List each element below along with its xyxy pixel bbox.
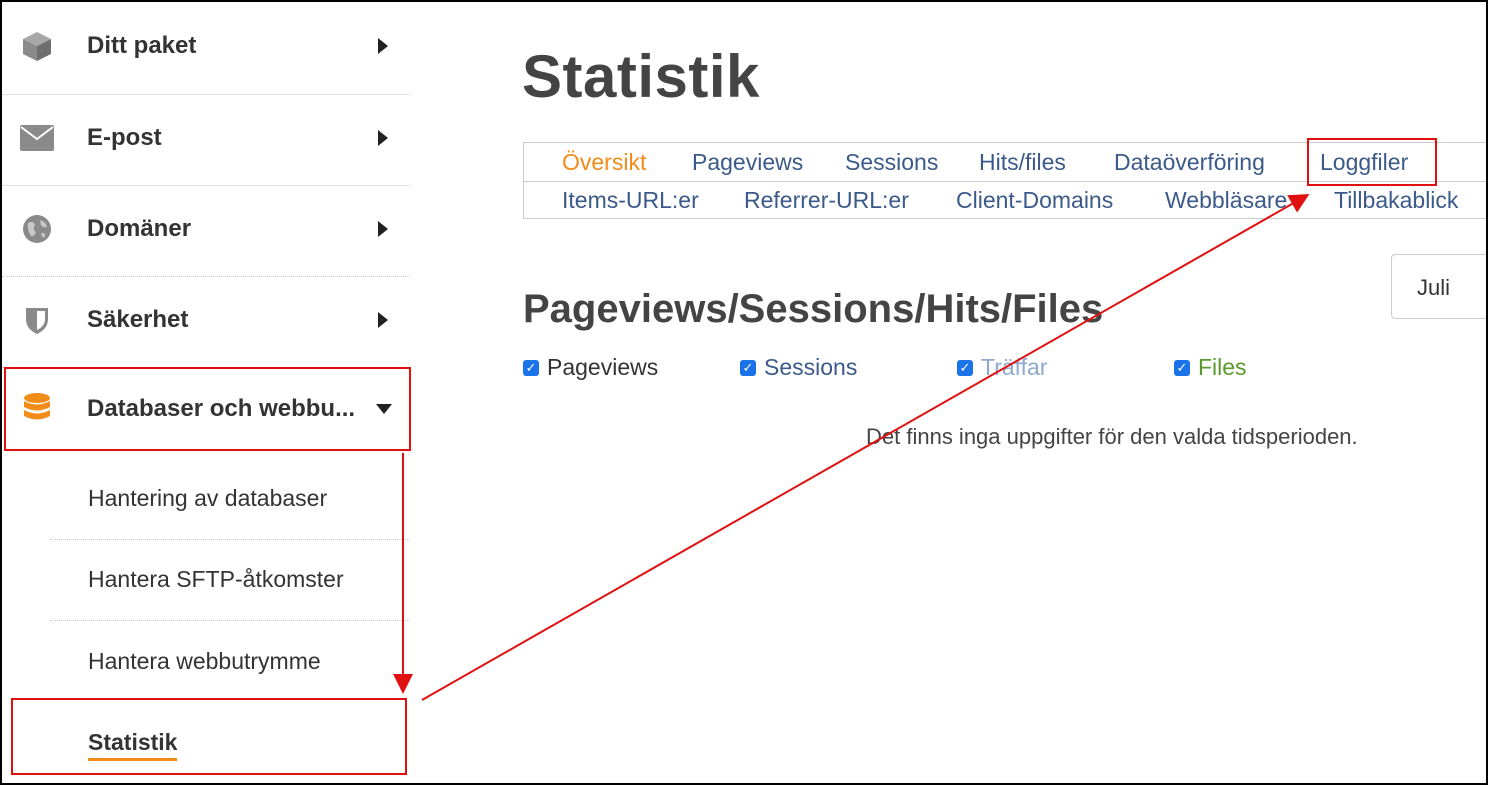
tab-browsers[interactable]: Webbläsare — [1165, 187, 1287, 214]
tab-overview[interactable]: Översikt — [562, 149, 646, 176]
tab-pageviews[interactable]: Pageviews — [692, 149, 803, 176]
tab-client-domains[interactable]: Client-Domains — [956, 187, 1113, 214]
checkbox-label: Sessions — [764, 354, 858, 380]
sidebar-subitem-statistics[interactable]: Statistik — [88, 729, 178, 761]
sidebar-item-package[interactable]: Ditt paket — [2, 2, 410, 90]
month-select[interactable]: Juli — [1391, 254, 1488, 319]
chevron-right-icon — [378, 221, 388, 237]
chevron-down-icon — [376, 404, 392, 414]
sidebar-item-label: Ditt paket — [87, 32, 197, 59]
divider — [50, 539, 410, 540]
empty-state-message: Det finns inga uppgifter för den valda t… — [866, 424, 1358, 449]
sidebar-item-security[interactable]: Säkerhet — [2, 276, 410, 364]
tab-logfiles[interactable]: Loggfiler — [1320, 149, 1408, 176]
tab-items-urls[interactable]: Items-URL:er — [562, 187, 699, 214]
sidebar-item-label: Domäner — [87, 215, 192, 242]
active-underline — [88, 758, 178, 761]
sidebar: Ditt paket E-post Domäner Säkerhet Datab… — [2, 2, 410, 783]
sidebar-item-label: E-post — [87, 124, 162, 151]
checkbox-files[interactable]: ✓ Files — [1174, 354, 1247, 381]
package-icon — [20, 29, 54, 63]
checkbox-label: Träffar — [981, 354, 1048, 380]
sidebar-subitem-manage-databases[interactable]: Hantering av databaser — [88, 485, 327, 512]
envelope-icon — [20, 121, 54, 155]
tabs-row-2: Items-URL:er Referrer-URL:er Client-Doma… — [524, 181, 1488, 219]
tab-lookback[interactable]: Tillbakablick — [1334, 187, 1458, 214]
checkmark-icon: ✓ — [1174, 359, 1190, 376]
sidebar-item-label: Säkerhet — [87, 306, 189, 333]
database-icon — [20, 392, 54, 426]
month-select-value: Juli — [1417, 275, 1451, 300]
tab-data-transfer[interactable]: Dataöverföring — [1114, 149, 1265, 176]
checkbox-label: Files — [1198, 354, 1247, 380]
sidebar-subitem-manage-sftp[interactable]: Hantera SFTP-åtkomster — [88, 566, 344, 593]
checkbox-sessions[interactable]: ✓ Sessions — [740, 354, 857, 381]
sidebar-item-databases[interactable]: Databaser och webbu... — [2, 365, 410, 453]
page-title: Statistik — [522, 43, 760, 110]
tab-referrer-urls[interactable]: Referrer-URL:er — [744, 187, 909, 214]
checkmark-icon: ✓ — [957, 359, 973, 376]
tab-sessions[interactable]: Sessions — [845, 149, 938, 176]
checkbox-pageviews[interactable]: ✓ Pageviews — [523, 354, 658, 381]
checkmark-icon: ✓ — [740, 359, 756, 376]
tabs-row-1: Översikt Pageviews Sessions Hits/files D… — [524, 143, 1488, 182]
sidebar-item-label: Databaser och webbu... — [87, 395, 356, 422]
sidebar-item-email[interactable]: E-post — [2, 94, 410, 182]
checkbox-hits[interactable]: ✓ Träffar — [957, 354, 1047, 381]
sidebar-subitem-manage-webspace[interactable]: Hantera webbutrymme — [88, 648, 321, 675]
chevron-right-icon — [378, 130, 388, 146]
checkbox-label: Pageviews — [547, 354, 659, 380]
stats-tabs: Översikt Pageviews Sessions Hits/files D… — [523, 142, 1488, 219]
chevron-right-icon — [378, 38, 388, 54]
section-title: Pageviews/Sessions/Hits/Files — [523, 287, 1104, 331]
checkmark-icon: ✓ — [523, 359, 539, 376]
chevron-right-icon — [378, 312, 388, 328]
globe-icon — [20, 212, 54, 246]
tab-hits-files[interactable]: Hits/files — [979, 149, 1066, 176]
sidebar-item-domains[interactable]: Domäner — [2, 185, 410, 273]
divider — [50, 620, 410, 621]
shield-icon — [20, 303, 54, 337]
sidebar-subitem-label: Statistik — [88, 729, 178, 755]
